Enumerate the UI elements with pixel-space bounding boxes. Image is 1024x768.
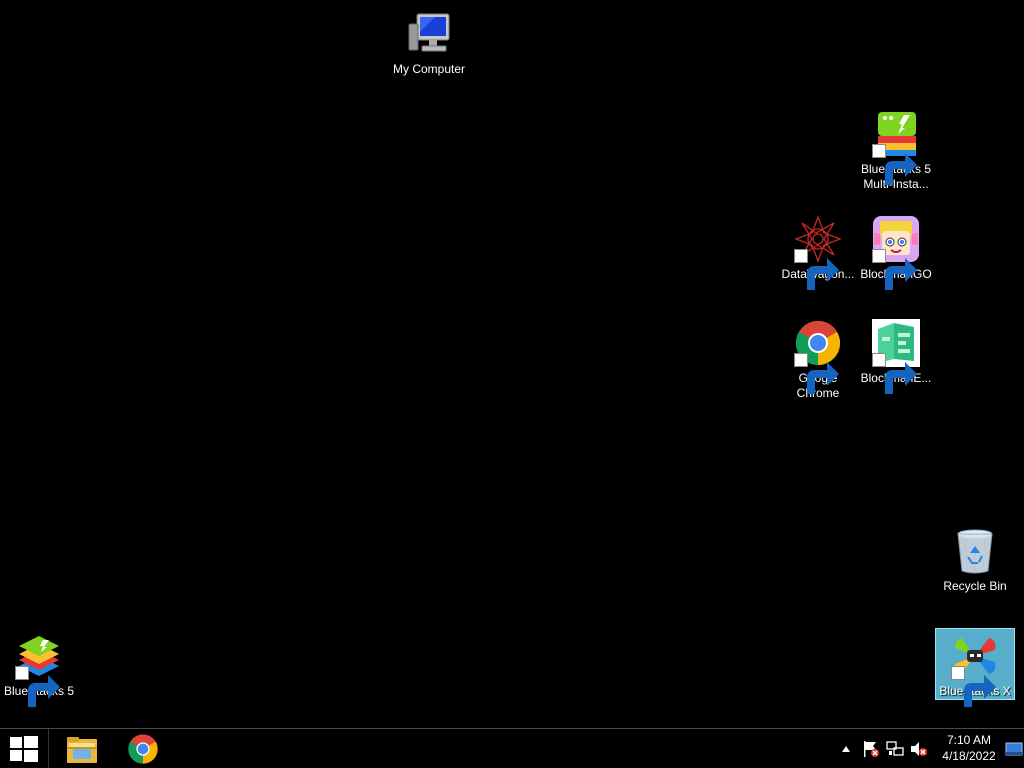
taskbar-chrome[interactable] <box>114 729 172 768</box>
bluestacks-multi-instance-shortcut[interactable]: BlueStacks 5 Multi-Insta... <box>858 110 934 192</box>
tray-network[interactable] <box>885 729 905 768</box>
chrome-icon <box>128 734 158 764</box>
icon-label: Recycle Bin <box>943 579 1007 593</box>
shortcut-arrow-icon <box>15 666 60 707</box>
recycle-bin[interactable]: Recycle Bin <box>937 527 1013 594</box>
recycle-bin-icon <box>951 527 999 575</box>
blockmane-shortcut[interactable]: BlockmanE... <box>858 319 934 394</box>
blockmango-icon <box>872 215 920 290</box>
folder-icon <box>67 737 97 763</box>
network-icon <box>886 741 904 756</box>
show-desktop-button[interactable] <box>1004 729 1024 768</box>
clock-time: 7:10 AM <box>946 733 992 747</box>
tray-action-center[interactable] <box>861 729 881 768</box>
bluestacks-x-shortcut[interactable]: BlueStacks X <box>935 628 1015 707</box>
bluestacks-x-icon <box>951 632 999 707</box>
taskbar-clock[interactable]: 7:10 AM 4/18/2022 <box>930 732 1008 764</box>
shortcut-arrow-icon <box>794 353 839 394</box>
volume-muted-icon <box>911 742 927 756</box>
datawagon-shortcut[interactable]: DataWagon... <box>780 215 856 290</box>
bluestacks-5-shortcut[interactable]: BlueStacks 5 <box>1 632 77 707</box>
shortcut-arrow-icon <box>872 353 917 394</box>
flag-icon <box>864 741 879 757</box>
bluestacks-icon <box>15 632 63 707</box>
desktop[interactable]: My Computer BlueStacks 5 Multi-Insta... <box>0 0 1024 728</box>
my-computer-shortcut[interactable]: My Computer <box>391 10 467 77</box>
taskbar-file-explorer[interactable] <box>52 729 110 768</box>
clock-date: 4/18/2022 <box>942 749 996 763</box>
start-button[interactable] <box>0 729 49 768</box>
bluestacks-multi-instance-icon <box>872 110 920 185</box>
windows-logo-icon <box>10 736 38 762</box>
shortcut-arrow-icon <box>951 666 996 707</box>
google-chrome-shortcut[interactable]: Google Chrome <box>780 319 856 401</box>
blockmango-shortcut[interactable]: BlockmanGO <box>858 215 934 290</box>
shortcut-arrow-icon <box>872 249 917 290</box>
chrome-icon <box>794 319 842 394</box>
desktop-preview-icon <box>1005 742 1023 756</box>
blockmane-icon <box>872 319 920 394</box>
show-hidden-icons-button[interactable] <box>840 729 852 768</box>
shortcut-arrow-icon <box>872 144 917 185</box>
shortcut-arrow-icon <box>794 249 839 290</box>
chevron-up-icon <box>842 746 850 752</box>
icon-label: My Computer <box>392 62 466 76</box>
taskbar: 7:10 AM 4/18/2022 <box>0 728 1024 768</box>
datawagon-icon <box>794 215 842 290</box>
computer-icon <box>405 10 453 58</box>
tray-volume[interactable] <box>909 729 929 768</box>
